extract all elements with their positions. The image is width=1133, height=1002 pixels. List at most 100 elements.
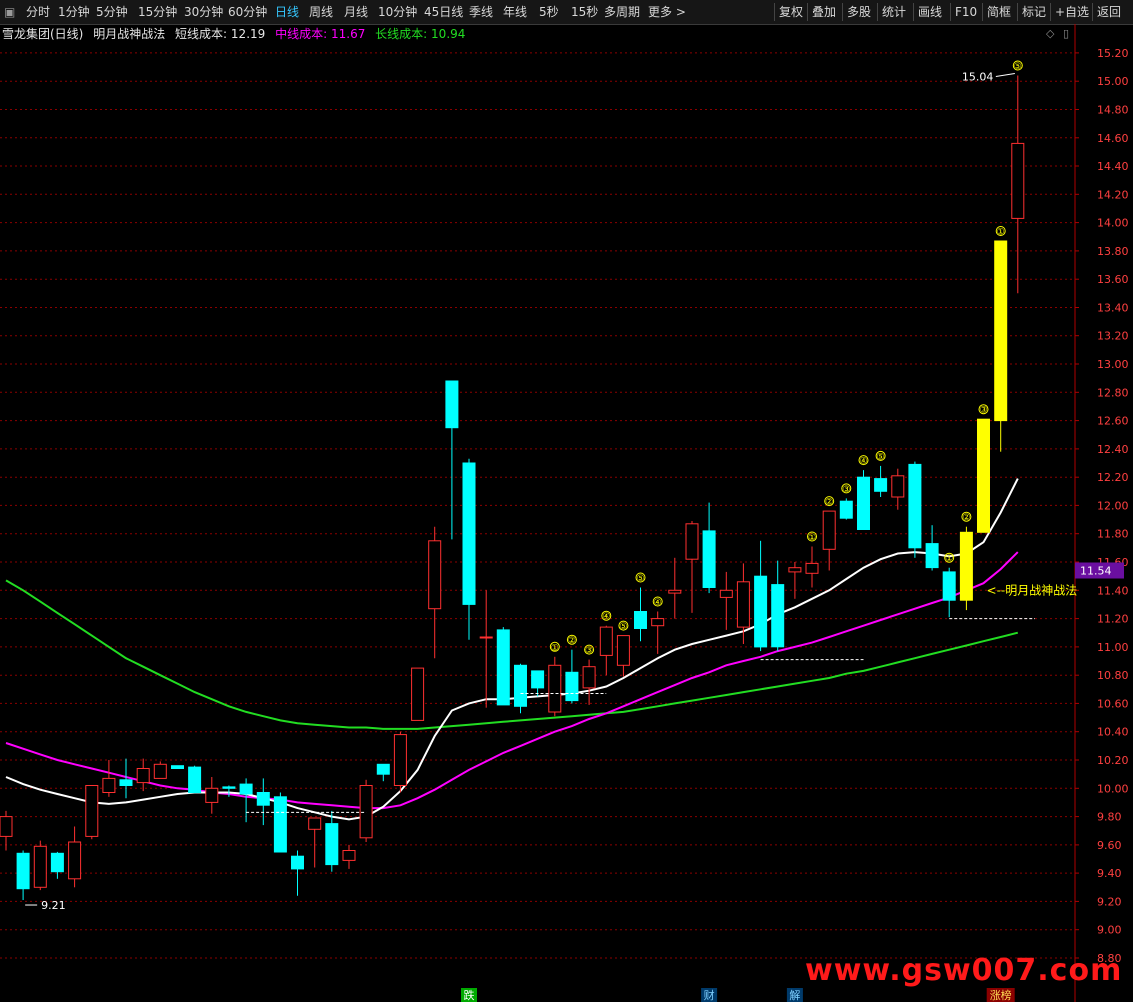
period-tab-15[interactable]: 多周期 (604, 0, 640, 24)
period-tab-0[interactable]: 分时 (26, 0, 50, 24)
period-tab-9[interactable]: 10分钟 (378, 0, 417, 24)
candle-body[interactable] (308, 817, 322, 830)
period-tab-12[interactable]: 年线 (503, 0, 527, 24)
period-tab-14[interactable]: 15秒 (571, 0, 598, 24)
period-tab-10[interactable]: 45日线 (424, 0, 463, 24)
period-tab-5[interactable]: 60分钟 (228, 0, 267, 24)
candle-body[interactable] (119, 779, 133, 786)
candle-body[interactable] (514, 664, 527, 707)
tool-button-5[interactable]: F10 (955, 0, 977, 24)
period-tab-11[interactable]: 季线 (469, 0, 493, 24)
candle-body[interactable] (1011, 142, 1025, 219)
diamond-icon[interactable]: ◇ (1046, 27, 1054, 40)
tool-button-9[interactable]: 返回 (1097, 0, 1121, 24)
candle-body[interactable] (531, 670, 545, 689)
candle-body[interactable] (977, 418, 990, 533)
period-tab-3[interactable]: 15分钟 (138, 0, 177, 24)
stock-name[interactable]: 雪龙集团(日线) (0, 27, 83, 41)
candle-body[interactable] (136, 768, 150, 784)
period-tab-8[interactable]: 月线 (344, 0, 368, 24)
period-tab-2[interactable]: 5分钟 (96, 0, 128, 24)
candle-body[interactable] (822, 510, 836, 550)
candle-body[interactable] (50, 852, 64, 873)
candle-body[interactable] (102, 777, 116, 794)
tool-button-8[interactable]: +自选 (1055, 0, 1089, 24)
candle-body[interactable] (33, 845, 47, 888)
candle-body[interactable] (222, 786, 236, 789)
indicator-name[interactable]: 明月战神战法 (93, 27, 165, 41)
event-tag[interactable]: 解 (789, 988, 800, 1002)
candle-body[interactable] (788, 567, 802, 573)
candle-body[interactable] (925, 543, 939, 569)
event-tag[interactable]: 跌 (464, 988, 475, 1002)
candle-body[interactable] (153, 763, 167, 779)
tool-button-0[interactable]: 复权 (779, 0, 803, 24)
candle-body[interactable] (0, 816, 13, 837)
kline-chart[interactable]: 15.20 15.00 14.80 14.60 14.40 14.20 14.00 13.80… (0, 24, 1133, 1002)
candle-body[interactable] (582, 666, 596, 689)
candle-body[interactable] (668, 589, 682, 594)
candle-body[interactable] (651, 618, 665, 627)
candle-body[interactable] (325, 823, 339, 866)
candle-body[interactable] (342, 850, 356, 861)
candle-body[interactable] (256, 792, 270, 806)
candle-body[interactable] (736, 581, 750, 628)
tool-button-7[interactable]: 标记 (1022, 0, 1046, 24)
candle-body[interactable] (393, 734, 407, 786)
candle-body[interactable] (891, 475, 905, 498)
candle-body[interactable] (754, 575, 768, 648)
candle-body[interactable] (839, 500, 853, 519)
candle-body[interactable] (771, 584, 785, 648)
toolbar-divider (774, 3, 775, 21)
candle-body[interactable] (85, 785, 99, 837)
candle-body[interactable] (616, 635, 630, 666)
candle-body[interactable] (445, 380, 459, 429)
candle-body[interactable] (291, 855, 304, 870)
candle-body[interactable] (239, 783, 253, 795)
period-tab-1[interactable]: 1分钟 (58, 0, 90, 24)
signal-marker-label: ① (997, 228, 1005, 238)
candle-body[interactable] (205, 787, 219, 803)
candle-body[interactable] (548, 664, 562, 713)
tool-button-2[interactable]: 多股 (847, 0, 871, 24)
candle-body[interactable] (496, 629, 510, 706)
candle-body[interactable] (634, 611, 647, 629)
square-icon[interactable]: ▣ (4, 0, 15, 24)
candle-body[interactable] (479, 636, 493, 639)
candle-body[interactable] (908, 463, 922, 549)
period-tab-7[interactable]: 周线 (309, 0, 333, 24)
price-axis-label: 10.40 (1097, 726, 1129, 739)
tool-button-6[interactable]: 简框 (987, 0, 1011, 24)
candle-body[interactable] (685, 523, 699, 560)
candle-body[interactable] (857, 476, 870, 531)
candle-body[interactable] (942, 571, 956, 601)
candle-body[interactable] (411, 667, 425, 721)
event-tag[interactable]: 涨榜 (990, 988, 1012, 1002)
candle-body[interactable] (805, 562, 819, 574)
period-tab-6[interactable]: 日线 (275, 0, 299, 24)
candle-body[interactable] (599, 626, 613, 656)
period-tab-16[interactable]: 更多 > (648, 0, 686, 24)
candle-body[interactable] (188, 766, 202, 794)
candle-body[interactable] (702, 530, 716, 588)
candle-body[interactable] (376, 763, 390, 775)
window-icon[interactable]: ▯ (1063, 27, 1069, 40)
candle-body[interactable] (994, 240, 1008, 422)
candle-body[interactable] (171, 765, 184, 770)
candle-body[interactable] (273, 796, 287, 853)
event-tag[interactable]: 财 (704, 988, 715, 1002)
tool-button-4[interactable]: 画线 (918, 0, 942, 24)
candle-body[interactable] (719, 589, 733, 598)
candle-body[interactable] (16, 852, 30, 890)
tool-button-3[interactable]: 统计 (882, 0, 906, 24)
period-tab-13[interactable]: 5秒 (539, 0, 559, 24)
tool-button-1[interactable]: 叠加 (812, 0, 836, 24)
candle-body[interactable] (959, 531, 973, 601)
candle-body[interactable] (565, 671, 579, 702)
candle-body[interactable] (359, 785, 373, 839)
period-tab-4[interactable]: 30分钟 (184, 0, 223, 24)
candle-body[interactable] (428, 540, 442, 610)
candle-body[interactable] (874, 478, 888, 492)
candle-body[interactable] (462, 462, 476, 605)
candle-body[interactable] (68, 841, 82, 880)
